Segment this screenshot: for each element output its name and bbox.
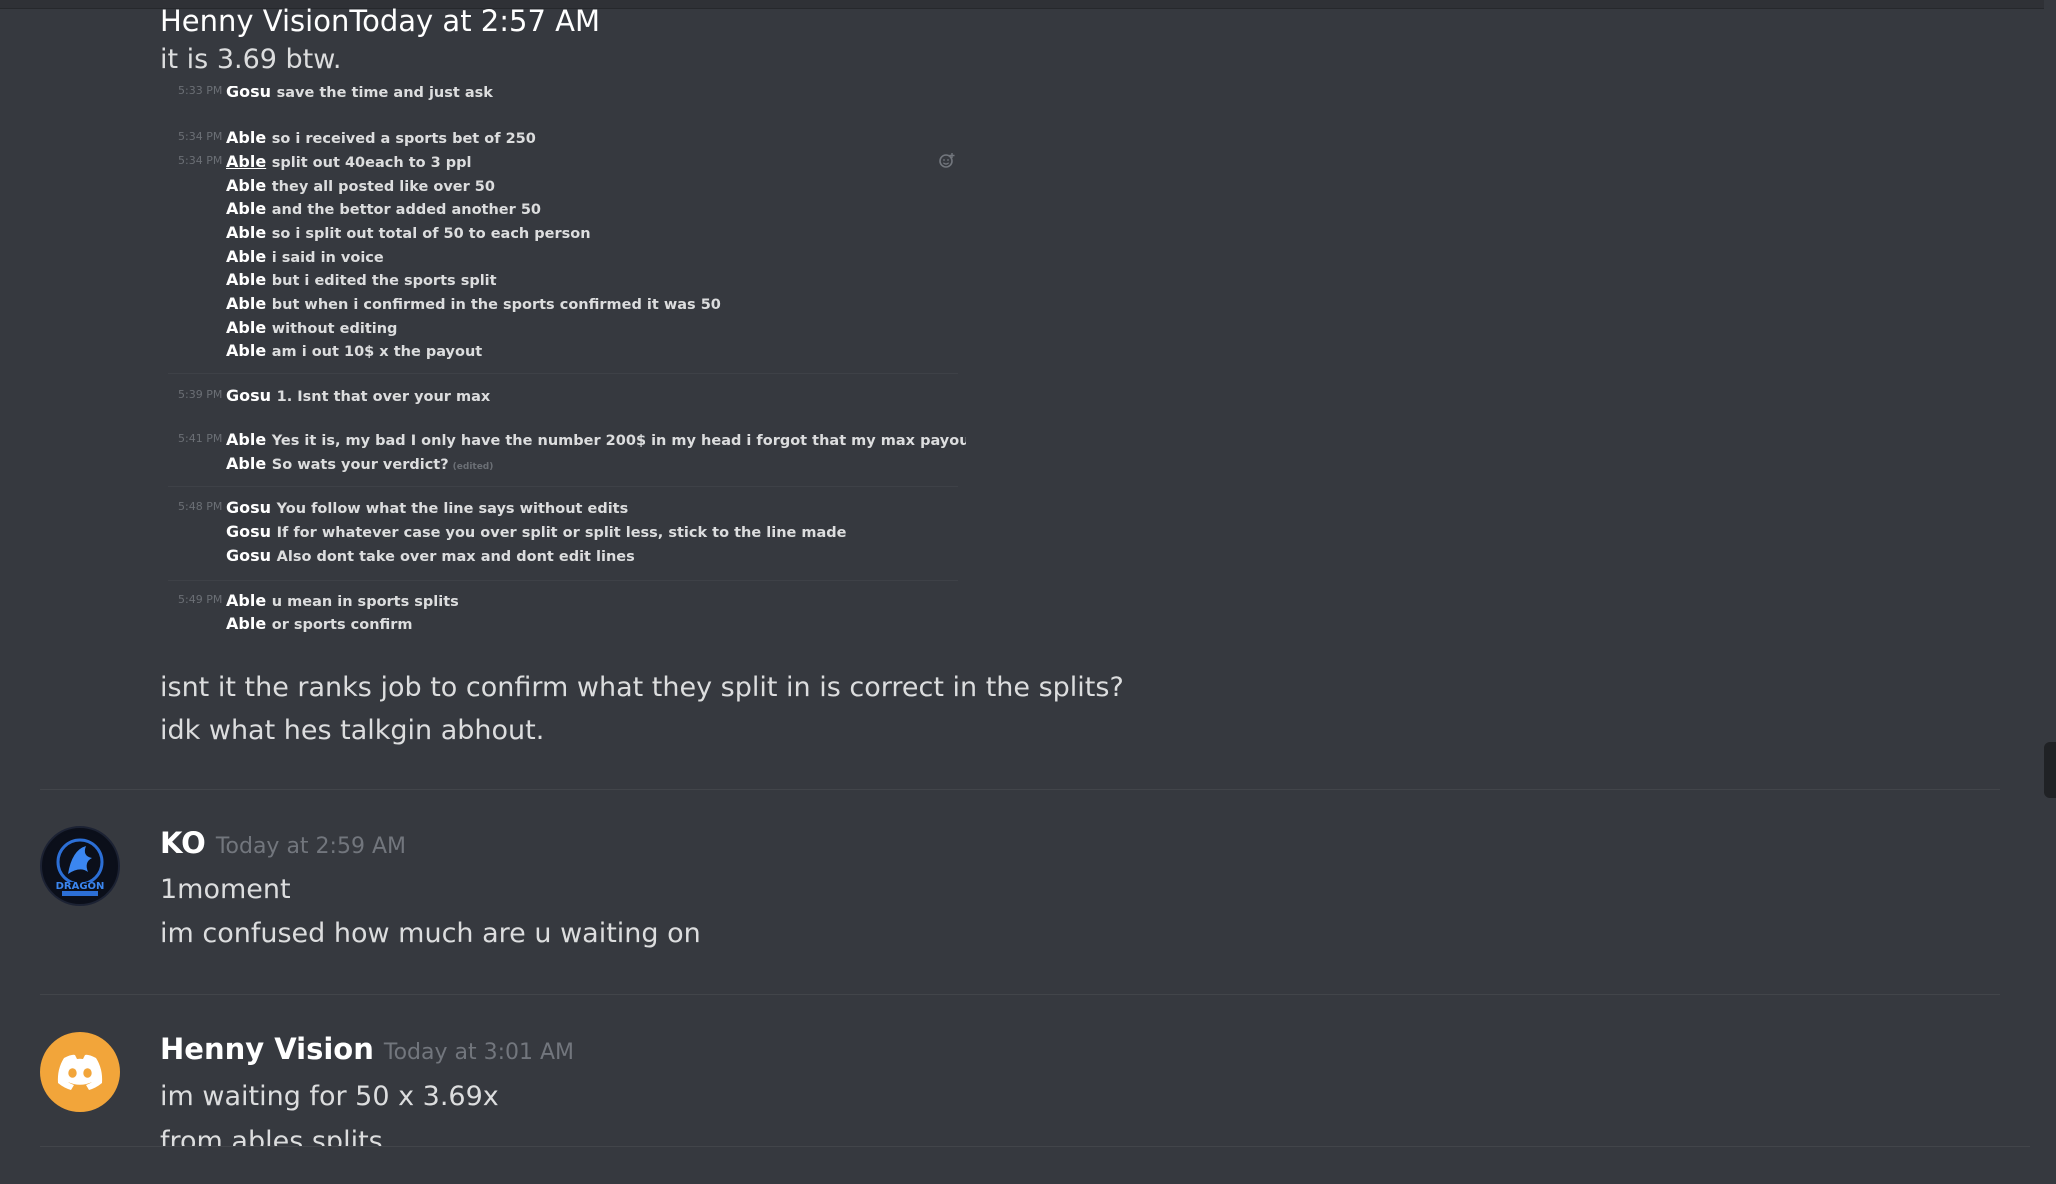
embedded-message-text: but when i confirmed in the sports confi… [271, 297, 721, 313]
embedded-author: Able without editing [226, 318, 397, 337]
embedded-author: Able so i received a sports bet of 250 [226, 128, 536, 147]
message-timestamp: Today at 2:57 AM [349, 4, 600, 38]
message-text: idk what hes talkgin abhout. [160, 715, 545, 746]
attached-screenshot[interactable]: 5:33 PM Gosu save the time and just ask 5:… [160, 86, 966, 642]
embedded-author-name: Able [226, 454, 267, 473]
embedded-timestamp: 5:49 PM [178, 593, 223, 606]
scrollbar-thumb[interactable] [2044, 742, 2056, 798]
embedded-author: Able and the bettor added another 50 [226, 199, 541, 218]
message-clip: from ables splits [0, 1120, 2040, 1146]
embedded-author-name: Able [226, 294, 267, 313]
embedded-author-name: Able [226, 341, 267, 360]
embedded-author: Able or sports confirm [226, 614, 413, 633]
embedded-timestamp: 5:34 PM [178, 154, 223, 167]
edited-tag: (edited) [452, 462, 494, 472]
message-header: Henny Vision Today at 3:01 AM [160, 1032, 574, 1066]
embedded-author-name: Able [226, 176, 267, 195]
embedded-message-text: If for whatever case you over split or s… [276, 525, 847, 541]
message-text: it is 3.69 btw. [160, 44, 342, 75]
message-header: KO Today at 2:59 AM [160, 826, 406, 860]
embedded-message-text: without editing [271, 321, 398, 337]
avatar[interactable] [40, 1032, 120, 1112]
embedded-author-name: Able [226, 318, 267, 337]
author-name[interactable]: Henny Vision [160, 4, 349, 38]
embedded-timestamp: 5:41 PM [178, 432, 223, 445]
message-text: im confused how much are u waiting on [160, 918, 701, 949]
embedded-message-text: or sports confirm [271, 617, 413, 633]
embedded-timestamp: 5:34 PM [178, 130, 223, 143]
embedded-divider [168, 580, 958, 581]
embedded-message-text: 1. Isnt that over your max [276, 389, 491, 405]
embedded-message-text: You follow what the line says without ed… [276, 501, 629, 517]
message-text: from ables splits [160, 1126, 383, 1146]
embedded-author-name: Able [226, 270, 267, 289]
embedded-message-text: split out 40each to 3 ppl [271, 155, 472, 171]
embedded-message-text: am i out 10$ x the payout [271, 344, 483, 360]
embedded-author: Gosu 1. Isnt that over your max [226, 386, 490, 405]
embedded-author-name: Able [226, 199, 267, 218]
embedded-message-text: So wats your verdict? [271, 457, 449, 473]
embedded-author: Able am i out 10$ x the payout [226, 341, 482, 360]
embedded-message-text: but i edited the sports split [271, 273, 497, 289]
embedded-author-name: Able [226, 614, 267, 633]
embedded-author: Able u mean in sports splits [226, 591, 459, 610]
embedded-message-text: i said in voice [271, 250, 384, 266]
embedded-message-text: Also dont take over max and dont edit li… [276, 549, 635, 565]
embedded-timestamp: 5:48 PM [178, 500, 223, 513]
embedded-message-text: so i split out total of 50 to each perso… [271, 226, 591, 242]
message-header: Henny VisionToday at 2:57 AM [160, 4, 600, 38]
embedded-message-text: and the bettor added another 50 [271, 202, 541, 218]
message-divider [40, 994, 2000, 995]
embedded-author: Able they all posted like over 50 [226, 176, 495, 195]
embedded-author: Gosu Also dont take over max and dont ed… [226, 546, 635, 565]
embedded-author-name: Able [226, 247, 267, 266]
embedded-author: Gosu You follow what the line says witho… [226, 498, 628, 517]
message-text: isnt it the ranks job to confirm what th… [160, 672, 1124, 703]
discord-logo-icon [57, 1054, 103, 1090]
message-text: 1moment [160, 874, 291, 905]
embedded-author: Able split out 40each to 3 ppl [226, 152, 472, 171]
embedded-author-name: Able [226, 591, 267, 610]
embedded-author-name: Gosu [226, 546, 272, 565]
embedded-timestamp: 5:33 PM [178, 86, 223, 97]
embedded-divider [168, 486, 958, 487]
embedded-author-name: Gosu [226, 522, 272, 541]
author-name[interactable]: KO [160, 826, 206, 860]
author-name[interactable]: Henny Vision [160, 1032, 374, 1066]
embedded-author-name: Able [226, 223, 267, 242]
composer-divider [40, 1146, 2030, 1147]
add-reaction-icon[interactable] [938, 152, 956, 170]
message-text: im waiting for 50 x 3.69x [160, 1081, 499, 1112]
embedded-author: Able i said in voice [226, 247, 384, 266]
embedded-author-name: Gosu [226, 86, 272, 101]
embedded-message-text: Yes it is, my bad I only have the number… [271, 433, 966, 449]
embedded-message-text: they all posted like over 50 [271, 179, 495, 195]
embedded-author: Able but when i confirmed in the sports … [226, 294, 721, 313]
embedded-author-name: Gosu [226, 498, 272, 517]
embedded-author-name: Able [226, 430, 267, 449]
scrollbar-track[interactable] [2044, 0, 2056, 1184]
message-timestamp: Today at 2:59 AM [215, 834, 406, 859]
message-divider [40, 789, 2000, 790]
embedded-divider [168, 373, 958, 374]
embedded-author: Able Yes it is, my bad I only have the n… [226, 430, 966, 449]
embedded-message-text: so i received a sports bet of 250 [271, 131, 536, 147]
embedded-author: Able so i split out total of 50 to each … [226, 223, 591, 242]
avatar[interactable]: DRAGON [40, 826, 120, 906]
dragon-logo-icon: DRAGON [44, 830, 116, 902]
embedded-author: Able but i edited the sports split [226, 270, 497, 289]
embedded-author: Gosu save the time and just ask [226, 86, 493, 101]
embedded-author-name: Able [226, 128, 267, 147]
embedded-timestamp: 5:39 PM [178, 388, 223, 401]
message-timestamp: Today at 3:01 AM [383, 1040, 575, 1065]
embedded-message-text: save the time and just ask [276, 86, 493, 101]
embedded-message-text: u mean in sports splits [271, 594, 459, 610]
embedded-author-name: Gosu [226, 386, 272, 405]
avatar-text: DRAGON [56, 881, 105, 892]
embedded-author: Able So wats your verdict? (edited) [226, 454, 493, 473]
embedded-author: Gosu If for whatever case you over split… [226, 522, 847, 541]
embedded-author-name: Able [226, 152, 267, 171]
